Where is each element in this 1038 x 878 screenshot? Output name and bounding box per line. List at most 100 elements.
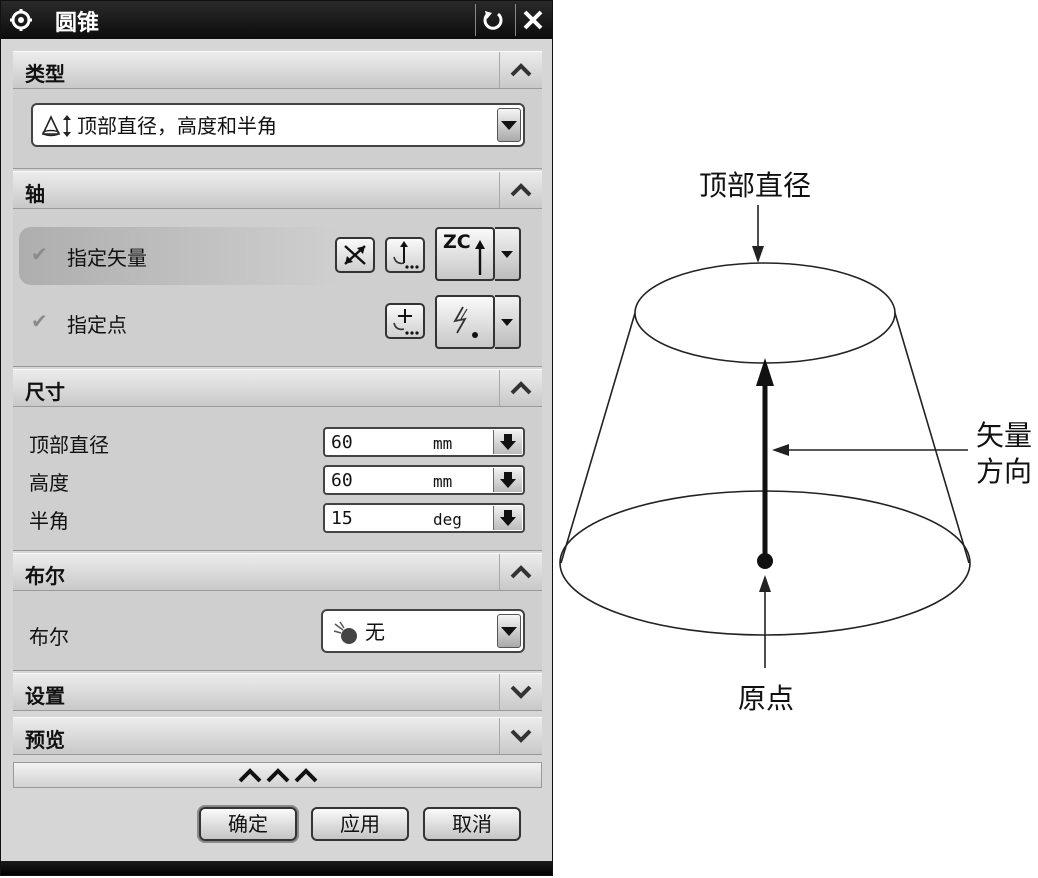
collapse-all-bar[interactable]	[13, 762, 542, 788]
collapse-type-toggle[interactable]	[499, 52, 542, 88]
top-diameter-annotation: 顶部直径	[699, 169, 812, 202]
height-unit: mm	[433, 472, 453, 491]
section-dimensions-header[interactable]: 尺寸	[13, 369, 542, 407]
close-button[interactable]	[515, 4, 550, 36]
height-value: 60	[331, 470, 353, 491]
up-arrow-icon	[475, 240, 485, 275]
collapse-axis-toggle[interactable]	[499, 172, 542, 208]
half-angle-unit: deg	[433, 510, 462, 529]
chevron-up-icon	[510, 381, 532, 395]
cone-illustration	[559, 205, 971, 668]
arrow-down-icon	[500, 434, 516, 450]
boolean-dropdown-arrow[interactable]	[497, 614, 521, 648]
top-diameter-field[interactable]: 60 mm	[323, 427, 525, 457]
section-type-header[interactable]: 类型	[13, 51, 542, 89]
reset-icon	[483, 11, 503, 30]
origin-arrowhead	[759, 575, 771, 592]
point-dialog-icon	[393, 309, 419, 335]
section-settings-title: 设置	[25, 684, 65, 708]
chevron-up-icon	[510, 565, 532, 579]
cone-dialog: 圆锥 类型 顶部直径，高度和半角 轴 ✔ 指定矢量 ZC ✔ 指定点 尺寸 顶部…	[0, 0, 553, 876]
boolean-label: 布尔	[29, 625, 69, 649]
chevron-down-icon	[501, 120, 517, 130]
triple-chevron-up-icon	[238, 768, 317, 783]
vector-type-dropdown[interactable]	[495, 227, 521, 281]
section-boolean-title: 布尔	[25, 564, 65, 588]
half-angle-value: 15	[331, 508, 353, 529]
section-dimensions-body: 顶部直径 60 mm 高度 60 mm 半角 15 deg	[13, 407, 542, 551]
reverse-direction-button[interactable]	[335, 237, 375, 273]
check-icon: ✔	[31, 309, 48, 333]
zc-vector-button[interactable]: ZC	[435, 227, 495, 281]
boolean-select-value: 无	[365, 620, 385, 644]
section-type-title: 类型	[25, 62, 65, 86]
half-angle-field[interactable]: 15 deg	[323, 503, 525, 533]
section-preview-title: 预览	[25, 728, 65, 752]
section-axis-body: ✔ 指定矢量 ZC ✔ 指定点	[13, 209, 542, 367]
type-select-value: 顶部直径，高度和半角	[77, 114, 277, 138]
cancel-button[interactable]: 取消	[423, 807, 521, 841]
top-diameter-options[interactable]	[493, 430, 522, 454]
cone-type-icon	[41, 115, 71, 137]
chevron-down-icon	[501, 626, 517, 636]
boolean-select[interactable]: 无	[321, 609, 525, 653]
type-dropdown-arrow[interactable]	[497, 108, 521, 142]
inferred-point-button[interactable]	[435, 295, 495, 349]
inferred-point-icon	[453, 306, 478, 338]
section-axis-title: 轴	[25, 182, 45, 206]
reset-button[interactable]	[475, 4, 510, 36]
vector-dialog-icon	[393, 241, 419, 269]
chevron-down-icon	[510, 729, 532, 743]
origin-annotation: 原点	[738, 682, 795, 715]
collapse-boolean-toggle[interactable]	[499, 554, 542, 590]
top-diameter-unit: mm	[433, 434, 453, 453]
close-icon	[523, 10, 543, 30]
point-type-dropdown[interactable]	[495, 295, 521, 349]
reverse-direction-icon	[344, 245, 366, 265]
chevron-up-icon	[510, 183, 532, 197]
section-axis-header[interactable]: 轴	[13, 171, 542, 209]
dialog-bottom-strip	[1, 861, 552, 875]
top-diameter-arrowhead	[752, 246, 764, 263]
section-type-body: 顶部直径，高度和半角	[13, 89, 542, 169]
height-field[interactable]: 60 mm	[323, 465, 525, 495]
specify-vector-label: 指定矢量	[67, 246, 147, 270]
vector-direction-arrowhead	[772, 444, 789, 456]
section-settings-header[interactable]: 设置	[13, 673, 542, 711]
section-boolean-body: 布尔 无	[13, 591, 542, 671]
half-angle-options[interactable]	[493, 506, 522, 530]
vector-constructor-button[interactable]	[385, 237, 425, 273]
arrow-down-icon	[500, 510, 516, 526]
chevron-up-icon	[510, 63, 532, 77]
section-dimensions-title: 尺寸	[25, 380, 65, 404]
point-constructor-button[interactable]	[385, 303, 425, 339]
chevron-down-icon	[501, 250, 513, 258]
section-preview-header[interactable]: 预览	[13, 717, 542, 755]
half-angle-label: 半角	[29, 509, 69, 533]
height-options[interactable]	[493, 468, 522, 492]
dialog-title: 圆锥	[55, 11, 100, 36]
top-diameter-label: 顶部直径	[29, 433, 109, 457]
chevron-down-icon	[501, 318, 513, 326]
origin-point	[757, 553, 773, 569]
gear-icon[interactable]	[9, 8, 33, 32]
top-diameter-value: 60	[331, 432, 353, 453]
chevron-down-icon	[510, 685, 532, 699]
boolean-none-icon	[333, 621, 357, 644]
check-icon: ✔	[31, 242, 48, 266]
type-select[interactable]: 顶部直径，高度和半角	[31, 103, 525, 147]
expand-settings-toggle[interactable]	[499, 674, 542, 710]
title-bar: 圆锥	[1, 1, 552, 39]
vector-annotation-line1: 矢量	[976, 419, 1033, 452]
section-boolean-header[interactable]: 布尔	[13, 553, 542, 591]
cone-top-ellipse	[634, 262, 896, 364]
apply-button[interactable]: 应用	[311, 807, 409, 841]
collapse-dimensions-toggle[interactable]	[499, 370, 542, 406]
vector-annotation-line2: 方向	[976, 455, 1033, 488]
expand-preview-toggle[interactable]	[499, 718, 542, 754]
specify-point-label: 指定点	[67, 313, 127, 337]
arrow-down-icon	[500, 472, 516, 488]
zc-vector-label: ZC	[443, 231, 471, 253]
cone-left-edge	[560, 312, 636, 564]
ok-button[interactable]: 确定	[199, 807, 297, 841]
